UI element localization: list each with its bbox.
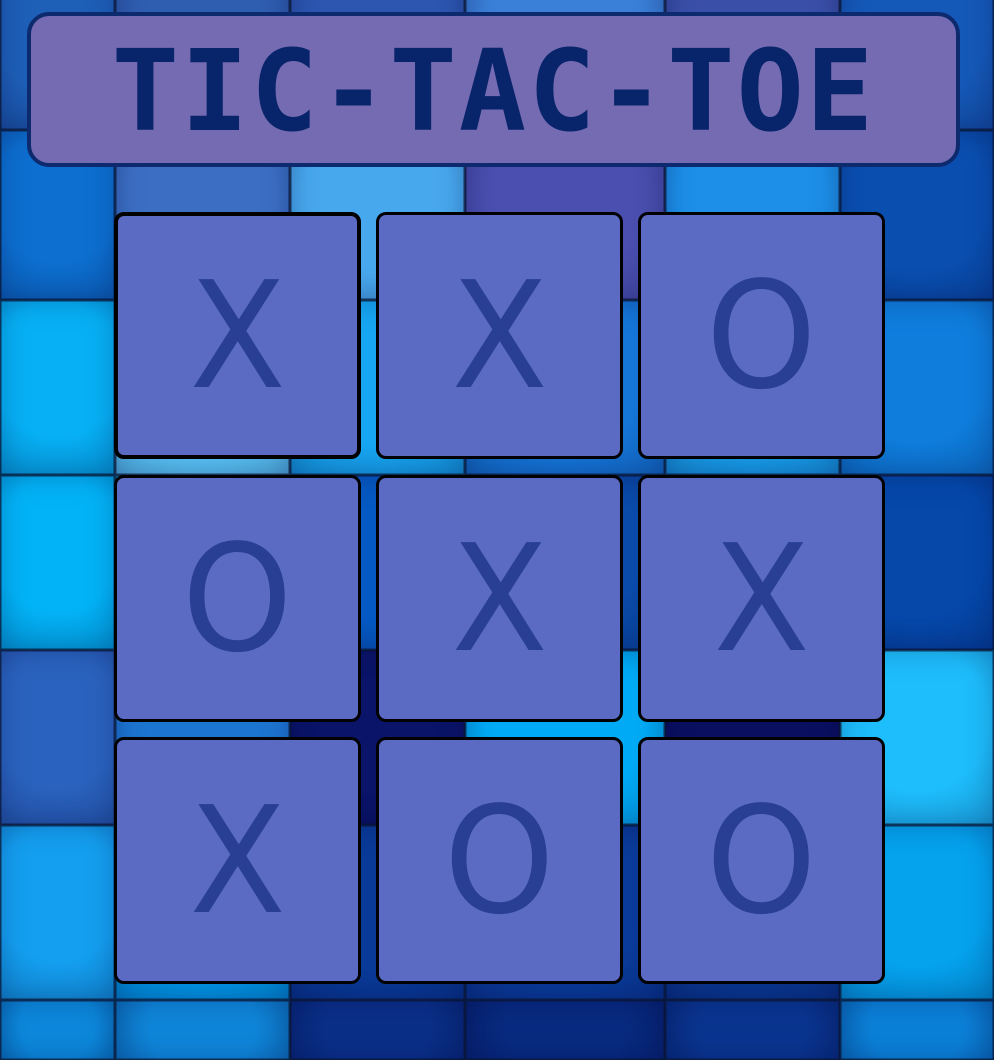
board-cell-2-1[interactable]: O bbox=[114, 475, 361, 722]
background-tile bbox=[290, 1000, 465, 1060]
board-cell-2-3[interactable]: X bbox=[638, 475, 885, 722]
background-tile bbox=[0, 475, 115, 650]
background-tile bbox=[840, 1000, 994, 1060]
x-mark: X bbox=[189, 249, 286, 422]
background-tile bbox=[0, 825, 115, 1000]
title-banner: TIC-TAC-TOE bbox=[27, 12, 960, 167]
board-cell-1-1[interactable]: X bbox=[114, 212, 361, 459]
o-mark: O bbox=[444, 774, 555, 947]
background-tile bbox=[0, 650, 115, 825]
game-title: TIC-TAC-TOE bbox=[111, 26, 876, 157]
board-cell-3-2[interactable]: O bbox=[376, 737, 623, 984]
x-mark: X bbox=[451, 249, 548, 422]
board-cell-3-1[interactable]: X bbox=[114, 737, 361, 984]
board-cell-1-3[interactable]: O bbox=[638, 212, 885, 459]
background-tile bbox=[0, 1000, 115, 1060]
o-mark: O bbox=[706, 249, 817, 422]
o-mark: O bbox=[182, 512, 293, 685]
board-cell-3-3[interactable]: O bbox=[638, 737, 885, 984]
game-board: XXOOXXXOO bbox=[114, 212, 886, 985]
background-tile bbox=[665, 1000, 840, 1060]
background-tile bbox=[115, 1000, 290, 1060]
o-mark: O bbox=[706, 774, 817, 947]
board-cell-1-2[interactable]: X bbox=[376, 212, 623, 459]
background-tile bbox=[465, 1000, 665, 1060]
x-mark: X bbox=[451, 512, 548, 685]
board-cell-2-2[interactable]: X bbox=[376, 475, 623, 722]
x-mark: X bbox=[189, 774, 286, 947]
x-mark: X bbox=[713, 512, 810, 685]
background-tile bbox=[0, 300, 115, 475]
